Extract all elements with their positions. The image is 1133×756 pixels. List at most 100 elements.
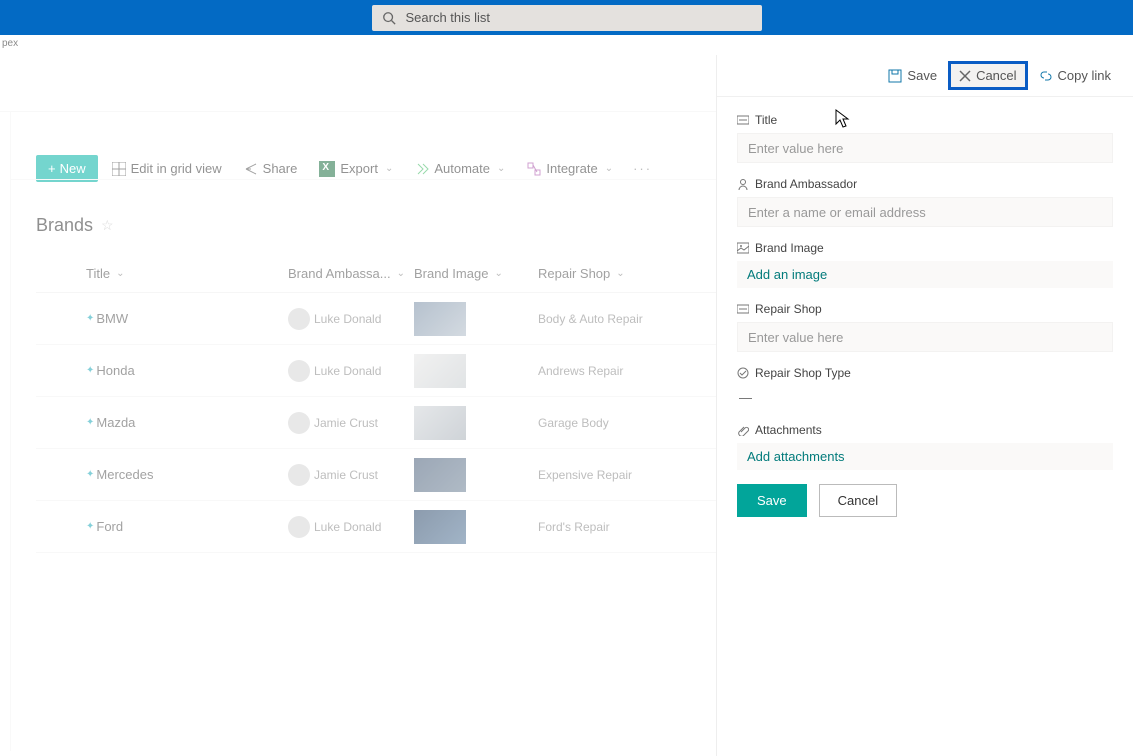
chevron-down-icon: ⌄ (616, 268, 624, 279)
edit-grid-label: Edit in grid view (131, 161, 222, 176)
column-header-title[interactable]: Title⌄ (36, 266, 288, 281)
chevron-down-icon: ⌄ (397, 268, 405, 279)
new-button-label: New (60, 161, 86, 176)
image-icon (737, 242, 749, 254)
field-image-label: Brand Image (755, 241, 824, 255)
choice-icon (737, 367, 749, 379)
panel-save-label: Save (907, 68, 937, 83)
row-ambassador: Jamie Crust (314, 468, 378, 482)
row-ambassador: Luke Donald (314, 520, 381, 534)
row-title: Mercedes (96, 467, 153, 482)
row-image-thumbnail (414, 406, 466, 440)
breadcrumb: pex (0, 35, 1133, 55)
text-field-icon (737, 114, 749, 126)
panel-form: Title Brand Ambassador Brand Image Add a… (717, 97, 1133, 517)
field-ambassador: Brand Ambassador (737, 177, 1113, 227)
panel-copylink-label: Copy link (1058, 68, 1111, 83)
person-icon (737, 178, 749, 190)
avatar (288, 308, 310, 330)
panel-cancel-button[interactable]: Cancel (951, 64, 1024, 87)
new-item-icon: ✦ (86, 521, 94, 532)
plus-icon: + (48, 161, 56, 176)
field-title-label: Title (755, 113, 777, 127)
list-heading: Brands ☆ (36, 215, 114, 236)
integrate-button[interactable]: Integrate ⌄ (519, 157, 621, 180)
field-attachments: Attachments Add attachments (737, 423, 1113, 470)
favorite-star-icon[interactable]: ☆ (101, 217, 114, 234)
breadcrumb-text: pex (2, 38, 18, 49)
row-shop: Garage Body (538, 416, 609, 430)
avatar (288, 464, 310, 486)
row-title: Honda (96, 363, 134, 378)
panel-footer-buttons: Save Cancel (737, 484, 1113, 517)
row-title: Mazda (96, 415, 135, 430)
row-title: Ford (96, 519, 123, 534)
grid-icon (112, 162, 126, 176)
edit-grid-button[interactable]: Edit in grid view (104, 157, 230, 180)
new-item-icon: ✦ (86, 417, 94, 428)
export-button[interactable]: Export ⌄ (311, 157, 401, 181)
chevron-down-icon: ⌄ (497, 163, 505, 174)
integrate-label: Integrate (546, 161, 597, 176)
row-shop: Body & Auto Repair (538, 312, 643, 326)
save-icon (888, 69, 902, 83)
column-header-image[interactable]: Brand Image⌄ (414, 266, 538, 281)
panel-save-button[interactable]: Save (880, 64, 945, 87)
divider (10, 111, 11, 751)
integrate-icon (527, 162, 541, 176)
column-header-shop[interactable]: Repair Shop⌄ (538, 266, 698, 281)
row-image-thumbnail (414, 510, 466, 544)
chevron-down-icon: ⌄ (385, 163, 393, 174)
share-icon (244, 162, 258, 176)
cancel-button[interactable]: Cancel (819, 484, 897, 517)
field-shop: Repair Shop (737, 302, 1113, 352)
link-icon (1039, 69, 1053, 83)
shop-type-value[interactable]: — (737, 386, 1113, 409)
avatar (288, 412, 310, 434)
column-header-ambassador[interactable]: Brand Ambassa...⌄ (288, 266, 414, 281)
field-shop-label: Repair Shop (755, 302, 822, 316)
row-shop: Expensive Repair (538, 468, 632, 482)
add-attachments-link[interactable]: Add attachments (737, 443, 1113, 470)
row-image-thumbnail (414, 354, 466, 388)
ambassador-input[interactable] (737, 197, 1113, 227)
chevron-down-icon: ⌄ (494, 268, 502, 279)
share-button[interactable]: Share (236, 157, 306, 180)
row-ambassador: Luke Donald (314, 364, 381, 378)
add-image-link[interactable]: Add an image (737, 261, 1113, 288)
field-shop-type: Repair Shop Type — (737, 366, 1113, 409)
new-item-icon: ✦ (86, 365, 94, 376)
search-placeholder: Search this list (406, 10, 491, 25)
automate-button[interactable]: Automate ⌄ (407, 157, 513, 180)
chevron-down-icon: ⌄ (605, 163, 613, 174)
title-input[interactable] (737, 133, 1113, 163)
excel-icon (319, 161, 335, 177)
row-shop: Andrews Repair (538, 364, 623, 378)
top-bar: Search this list (0, 0, 1133, 35)
flow-icon (415, 162, 429, 176)
share-label: Share (263, 161, 298, 176)
shop-input[interactable] (737, 322, 1113, 352)
save-button[interactable]: Save (737, 484, 807, 517)
new-button[interactable]: + New (36, 155, 98, 182)
list-title: Brands (36, 215, 93, 236)
row-title: BMW (96, 311, 128, 326)
panel-cancel-label: Cancel (976, 68, 1016, 83)
automate-label: Automate (434, 161, 490, 176)
search-input[interactable]: Search this list (372, 5, 762, 31)
chevron-down-icon: ⌄ (116, 268, 124, 279)
field-shop-type-label: Repair Shop Type (755, 366, 851, 380)
row-image-thumbnail (414, 302, 466, 336)
close-icon (959, 70, 971, 82)
list-toolbar: + New Edit in grid view Share Export ⌄ A… (36, 155, 658, 182)
field-image: Brand Image Add an image (737, 241, 1113, 288)
panel-copylink-button[interactable]: Copy link (1031, 64, 1119, 87)
new-item-icon: ✦ (86, 469, 94, 480)
more-actions-button[interactable]: ··· (627, 161, 658, 176)
field-ambassador-label: Brand Ambassador (755, 177, 857, 191)
row-ambassador: Luke Donald (314, 312, 381, 326)
search-icon (382, 11, 396, 25)
new-item-icon: ✦ (86, 313, 94, 324)
panel-toolbar: Save Cancel Copy link (717, 55, 1133, 97)
row-ambassador: Jamie Crust (314, 416, 378, 430)
